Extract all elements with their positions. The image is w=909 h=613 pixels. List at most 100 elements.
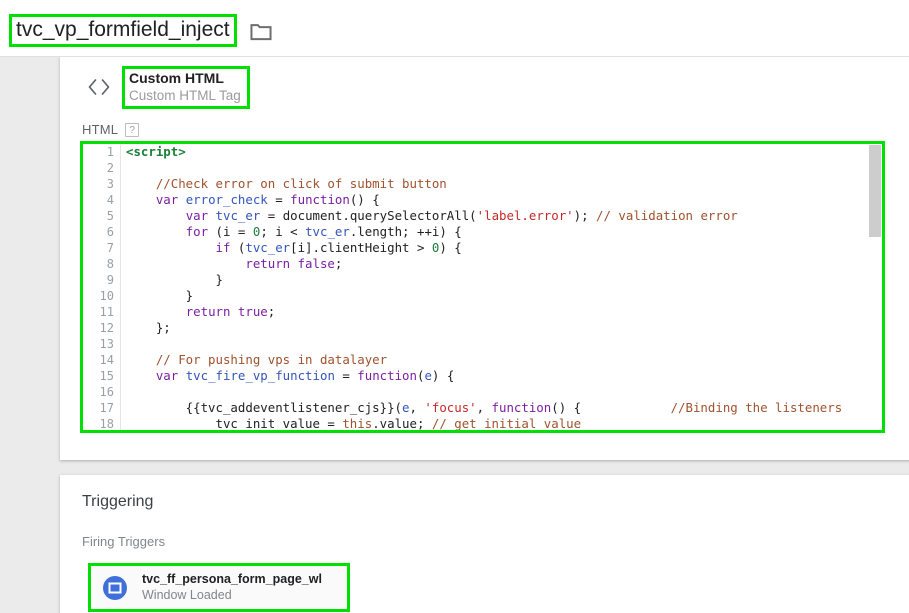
code-token: ; i < — [260, 224, 306, 239]
code-token: tvc_fire_vp_function — [185, 368, 335, 383]
code-token: function — [290, 192, 350, 207]
code-token: // validation error — [596, 208, 738, 223]
code-lines[interactable]: <script> //Check error on click of submi… — [122, 144, 882, 430]
line-number: 9 — [106, 273, 114, 287]
tag-name-input[interactable]: tvc_vp_formfield_inject — [9, 14, 237, 47]
code-token: // For pushing vps in datalayer — [126, 352, 388, 367]
code-token: 'label.error' — [476, 208, 574, 223]
tag-type-row[interactable]: Custom HTML Custom HTML Tag — [86, 66, 250, 109]
code-line[interactable]: return true; — [122, 304, 882, 320]
code-line[interactable]: <script> — [122, 144, 882, 160]
line-number: 13 — [99, 337, 114, 351]
line-number: 17 — [99, 401, 114, 415]
help-icon[interactable]: ? — [125, 122, 140, 137]
code-line[interactable]: var error_check = function() { — [122, 192, 882, 208]
code-token: if — [215, 240, 231, 255]
line-number-gutter: 12345678910111213141516171819 — [83, 144, 121, 430]
code-token: .length; ++i) { — [349, 224, 462, 239]
code-line[interactable]: tvc init value = this.value; // get init… — [122, 416, 882, 430]
code-line[interactable] — [122, 160, 882, 176]
line-number: 18 — [99, 417, 114, 430]
code-token: {{tvc_addeventlistener_cjs}}( — [126, 400, 403, 415]
line-number: 14 — [99, 353, 114, 367]
line-number: 7 — [106, 241, 114, 255]
page-content: Custom HTML Custom HTML Tag HTML ? 12345… — [0, 57, 909, 613]
firing-trigger-item[interactable]: tvc_ff_persona_form_page_wl Window Loade… — [88, 563, 350, 612]
code-line[interactable]: //Check error on click of submit button — [122, 176, 882, 192]
code-line[interactable]: {{tvc_addeventlistener_cjs}}(e, 'focus',… — [122, 400, 882, 416]
line-number: 10 — [99, 289, 114, 303]
code-line[interactable] — [122, 384, 882, 400]
code-line[interactable]: for (i = 0; i < tvc_er.length; ++i) { — [122, 224, 882, 240]
code-editor-scrollbar-thumb[interactable] — [869, 145, 881, 237]
html-field-label-row: HTML ? — [82, 122, 140, 137]
code-token: //Check error on click of submit button — [126, 176, 447, 191]
code-token: }; — [126, 320, 171, 335]
code-token: ; — [334, 256, 343, 271]
line-number: 4 — [106, 193, 114, 207]
folder-icon[interactable] — [250, 21, 272, 41]
code-token: ; — [267, 304, 276, 319]
code-token: return — [185, 304, 231, 319]
code-editor-inner[interactable]: 12345678910111213141516171819 <script> /… — [83, 144, 882, 430]
code-editor-scrollbar[interactable] — [868, 144, 882, 430]
code-token: 'focus' — [424, 400, 477, 415]
code-token: .value; — [372, 416, 432, 430]
code-line[interactable]: var tvc_fire_vp_function = function(e) { — [122, 368, 882, 384]
code-token: tvc_er — [245, 240, 291, 255]
line-number: 6 — [106, 225, 114, 239]
code-token: tvc_er — [215, 208, 261, 223]
firing-trigger-item-inner[interactable]: tvc_ff_persona_form_page_wl Window Loade… — [91, 566, 347, 609]
tag-type-subtitle: Custom HTML Tag — [129, 88, 241, 103]
line-number: 11 — [99, 305, 114, 319]
tag-name-area: tvc_vp_formfield_inject — [9, 14, 272, 47]
window-loaded-trigger-icon — [103, 575, 127, 600]
code-token: function — [357, 368, 417, 383]
code-line[interactable]: } — [122, 288, 882, 304]
code-token: tvc_er — [305, 224, 350, 239]
code-line[interactable] — [122, 336, 882, 352]
code-token: this — [342, 416, 373, 430]
code-token: error_check — [185, 192, 268, 207]
line-number: 12 — [99, 321, 114, 335]
line-number: 2 — [106, 161, 114, 175]
line-number: 5 — [106, 209, 114, 223]
line-number: 16 — [99, 385, 114, 399]
code-token: <script> — [126, 144, 186, 159]
firing-triggers-label: Firing Triggers — [82, 534, 166, 549]
triggering-section-title: Triggering — [82, 493, 154, 510]
code-token: var — [185, 208, 209, 223]
code-token: function — [491, 400, 552, 415]
code-token: var — [155, 368, 179, 383]
code-token: ) { — [439, 240, 462, 255]
line-number: 1 — [106, 145, 114, 159]
tag-type-box[interactable]: Custom HTML Custom HTML Tag — [122, 66, 250, 109]
line-number: 15 — [99, 369, 114, 383]
tag-configuration-card: Custom HTML Custom HTML Tag HTML ? 12345… — [60, 57, 909, 460]
line-number: 3 — [106, 177, 114, 191]
code-token: , — [409, 400, 425, 415]
code-token: //Binding the listeners — [581, 400, 843, 415]
code-token: ( — [230, 240, 246, 255]
html-field-label: HTML — [82, 122, 119, 137]
code-token: } — [126, 272, 223, 287]
code-line[interactable]: if (tvc_er[i].clientHeight > 0) { — [122, 240, 882, 256]
html-code-editor[interactable]: 12345678910111213141516171819 <script> /… — [80, 141, 885, 433]
code-token: tvc init value = — [126, 416, 343, 430]
code-token: e — [424, 368, 432, 383]
code-line[interactable]: var tvc_er = document.querySelectorAll('… — [122, 208, 882, 224]
code-token: () { — [551, 400, 582, 415]
code-line[interactable]: } — [122, 272, 882, 288]
code-line[interactable]: // For pushing vps in datalayer — [122, 352, 882, 368]
trigger-name: tvc_ff_persona_form_page_wl — [142, 572, 322, 586]
code-line[interactable]: return false; — [122, 256, 882, 272]
code-line[interactable]: }; — [122, 320, 882, 336]
code-token: , — [476, 400, 492, 415]
code-token: // get initial value — [431, 416, 582, 430]
